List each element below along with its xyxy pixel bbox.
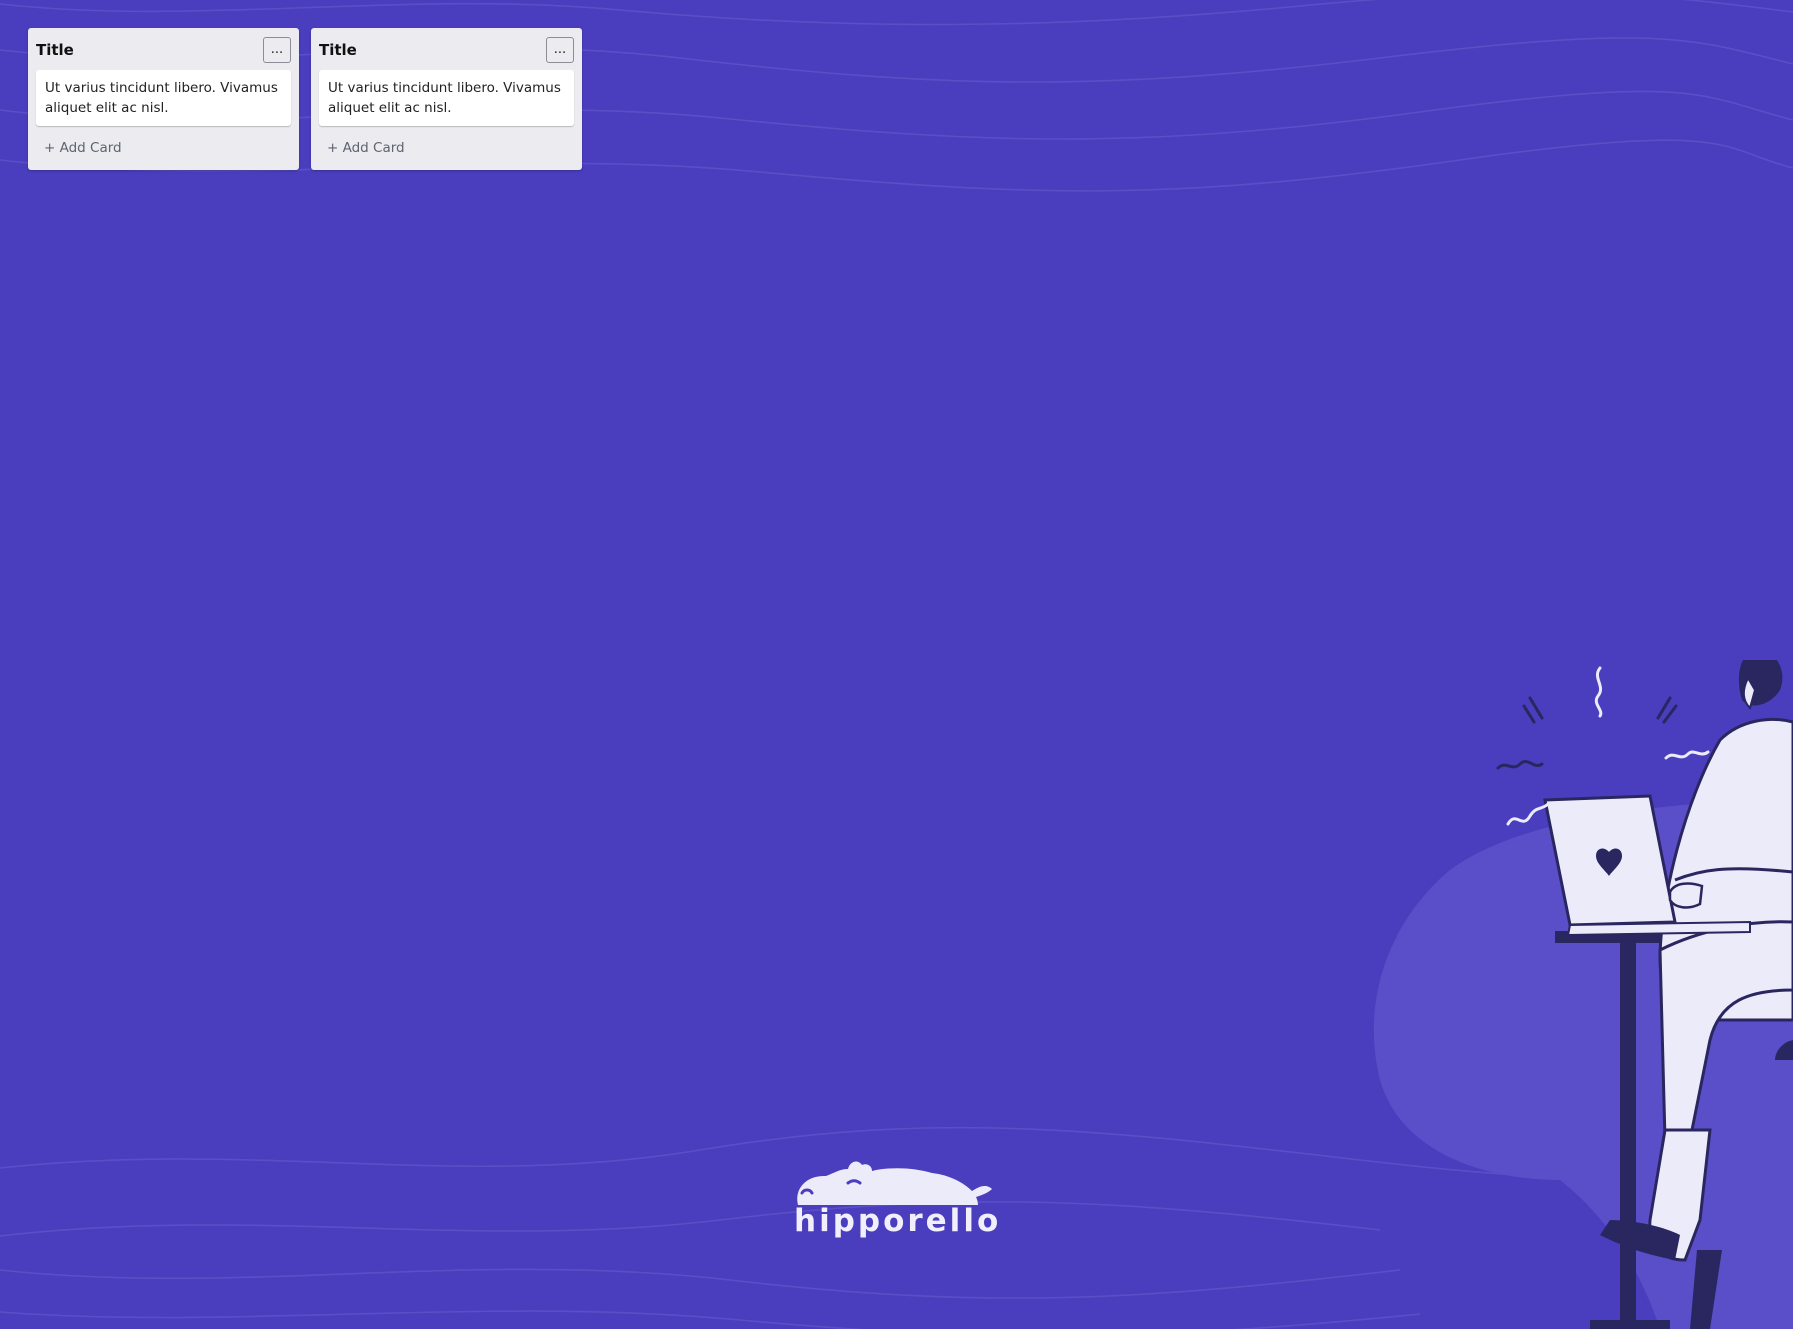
list-header: Title ...: [36, 36, 291, 64]
add-card-button[interactable]: + Add Card: [36, 134, 291, 164]
list: Title ... Ut varius tincidunt libero. Vi…: [28, 28, 299, 170]
hipporello-logo: hipporello: [792, 1155, 1002, 1239]
board: Title ... Ut varius tincidunt libero. Vi…: [28, 28, 582, 170]
card[interactable]: Ut varius tincidunt libero. Vivamus aliq…: [36, 70, 291, 126]
card[interactable]: Ut varius tincidunt libero. Vivamus aliq…: [319, 70, 574, 126]
list-title[interactable]: Title: [319, 41, 357, 59]
add-card-button[interactable]: + Add Card: [319, 134, 574, 164]
list-header: Title ...: [319, 36, 574, 64]
logo-text: hipporello: [794, 1203, 1002, 1239]
list-title[interactable]: Title: [36, 41, 74, 59]
list-menu-button[interactable]: ...: [263, 37, 291, 63]
person-at-laptop-illustration: [1373, 660, 1793, 1329]
hippo-logo-icon: [797, 1161, 992, 1205]
list-menu-button[interactable]: ...: [546, 37, 574, 63]
list: Title ... Ut varius tincidunt libero. Vi…: [311, 28, 582, 170]
